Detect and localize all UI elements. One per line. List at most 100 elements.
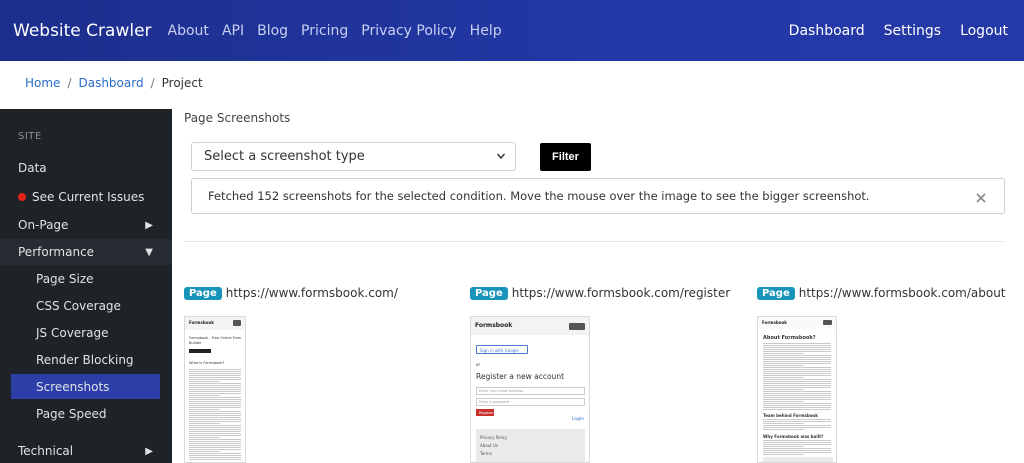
nav-link-settings[interactable]: Settings	[884, 23, 941, 39]
breadcrumb-home[interactable]: Home	[25, 76, 60, 90]
thumb-text-line	[189, 455, 241, 456]
select-value: Select a screenshot type	[204, 149, 365, 164]
thumb-heading: Team behind Formsbook	[763, 413, 818, 418]
thumb-text-line	[763, 423, 804, 424]
thumb-text: Builder	[189, 341, 202, 345]
thumb-text-line	[189, 399, 241, 400]
thumb-text-line	[763, 371, 831, 372]
thumb-text-line	[763, 343, 831, 344]
sidebar-item-on-page[interactable]: On-Page ▶	[0, 212, 172, 238]
card-url: https://www.formsbook.com/register	[511, 286, 731, 300]
brand-logo[interactable]: Website Crawler	[13, 21, 152, 41]
screenshot-type-select[interactable]: Select a screenshot type	[191, 142, 516, 171]
sidebar-item-page-speed[interactable]: Page Speed	[0, 401, 172, 427]
thumb-text-line	[189, 373, 241, 374]
thumb-text-line	[189, 401, 241, 402]
screenshot-thumbnail[interactable]: Formsbook About Formsbook? Team behind F…	[757, 316, 837, 463]
thumb-text-line	[763, 379, 831, 380]
thumb-text-line	[189, 447, 241, 448]
thumb-text-line	[763, 409, 831, 410]
sidebar-item-label: Performance	[18, 245, 95, 259]
thumb-text: Enter a password	[479, 400, 510, 404]
thumb-text-line	[189, 411, 241, 412]
thumb-text-line	[189, 403, 241, 404]
sidebar-item-label: Screenshots	[36, 379, 110, 394]
thumb-text-line	[189, 437, 220, 438]
sidebar-item-screenshots[interactable]: Screenshots	[11, 374, 160, 399]
thumb-text: What is Formsbook?	[189, 361, 225, 365]
thumb-text-line	[763, 381, 831, 382]
thumb-brand: Formsbook	[189, 320, 214, 325]
sidebar-item-see-current-issues[interactable]: See Current Issues	[0, 184, 172, 210]
nav-link-help[interactable]: Help	[470, 23, 502, 39]
sidebar-item-label: Page Size	[36, 272, 94, 286]
nav-links: About API Blog Pricing Privacy Policy He…	[168, 23, 515, 39]
thumb-text-line	[763, 452, 831, 453]
screenshot-card-header: Page https://www.formsbook.com/register	[470, 285, 730, 301]
thumb-text-line	[763, 395, 831, 396]
thumb-text-line	[189, 391, 241, 392]
thumb-text-line	[763, 357, 831, 358]
sidebar-item-label: Render Blocking	[36, 353, 134, 367]
sidebar: SITE Data See Current Issues On-Page ▶ P…	[0, 109, 172, 463]
sidebar-item-css-coverage[interactable]: CSS Coverage	[0, 293, 172, 319]
nav-link-logout[interactable]: Logout	[960, 23, 1008, 39]
sidebar-item-data[interactable]: Data	[0, 155, 172, 181]
thumb-text-line	[189, 389, 241, 390]
screenshot-card-header: Page https://www.formsbook.com/about	[757, 285, 1006, 301]
thumb-text-line	[763, 355, 831, 356]
filter-button[interactable]: Filter	[540, 143, 591, 171]
thumb-register-button: Register	[476, 409, 494, 416]
thumb-text-line	[763, 399, 831, 400]
screenshot-thumbnail[interactable]: Formsbook Sign in with Google or Registe…	[470, 316, 590, 463]
nav-link-pricing[interactable]: Pricing	[301, 23, 348, 39]
thumb-text-line	[189, 413, 241, 414]
thumb-footer: Privacy Policy About Us Terms	[476, 429, 585, 462]
screenshot-thumbnail[interactable]: Formsbook Formsbook - Free Online Form B…	[184, 316, 246, 463]
thumb-text-line	[763, 383, 831, 384]
nav-link-api[interactable]: API	[222, 23, 244, 39]
sidebar-item-js-coverage[interactable]: JS Coverage	[0, 320, 172, 346]
breadcrumb-dashboard[interactable]: Dashboard	[78, 76, 143, 90]
info-alert: Fetched 152 screenshots for the selected…	[191, 178, 1005, 214]
thumb-footer	[763, 457, 833, 462]
thumb-button	[189, 349, 211, 353]
thumb-text-line	[189, 421, 241, 422]
nav-link-privacy-policy[interactable]: Privacy Policy	[361, 23, 456, 39]
thumb-text-line	[189, 379, 241, 380]
thumb-menu-icon	[233, 320, 241, 326]
page-badge: Page	[184, 286, 222, 300]
thumb-text-line	[763, 385, 831, 386]
top-navbar: Website Crawler About API Blog Pricing P…	[0, 0, 1024, 61]
thumb-text-line	[763, 353, 804, 354]
thumb-text-line	[189, 385, 241, 386]
sidebar-item-render-blocking[interactable]: Render Blocking	[0, 347, 172, 373]
thumb-text-line	[763, 454, 804, 455]
thumb-text-line	[189, 417, 241, 418]
thumb-menu-icon	[823, 320, 832, 325]
thumb-text-line	[189, 439, 241, 440]
thumb-text: Sign in with Google	[480, 348, 519, 353]
caret-down-icon: ▼	[145, 246, 153, 258]
thumb-text-line	[189, 457, 241, 458]
sidebar-item-technical[interactable]: Technical ▶	[0, 438, 172, 463]
screenshot-card-header: Page https://www.formsbook.com/	[184, 285, 398, 301]
sidebar-item-label: Page Speed	[36, 407, 107, 421]
divider	[184, 241, 1005, 242]
nav-link-blog[interactable]: Blog	[257, 23, 288, 39]
thumb-text-line	[189, 429, 241, 430]
thumb-brand: Formsbook	[762, 320, 787, 325]
close-icon[interactable]	[975, 192, 987, 204]
nav-link-about[interactable]: About	[168, 23, 209, 39]
sidebar-item-performance[interactable]: Performance ▼	[0, 239, 172, 265]
thumb-text: Enter your email address	[479, 389, 524, 393]
sidebar-item-label: JS Coverage	[36, 326, 109, 340]
sidebar-item-page-size[interactable]: Page Size	[0, 266, 172, 292]
thumb-text-line	[189, 445, 241, 446]
thumb-text-line	[189, 381, 220, 382]
card-url: https://www.formsbook.com/about	[798, 286, 1006, 300]
alert-message: Fetched 152 screenshots for the selected…	[208, 189, 870, 203]
nav-link-dashboard[interactable]: Dashboard	[789, 23, 865, 39]
thumb-text-line	[189, 377, 241, 378]
thumb-text-line	[763, 363, 831, 364]
